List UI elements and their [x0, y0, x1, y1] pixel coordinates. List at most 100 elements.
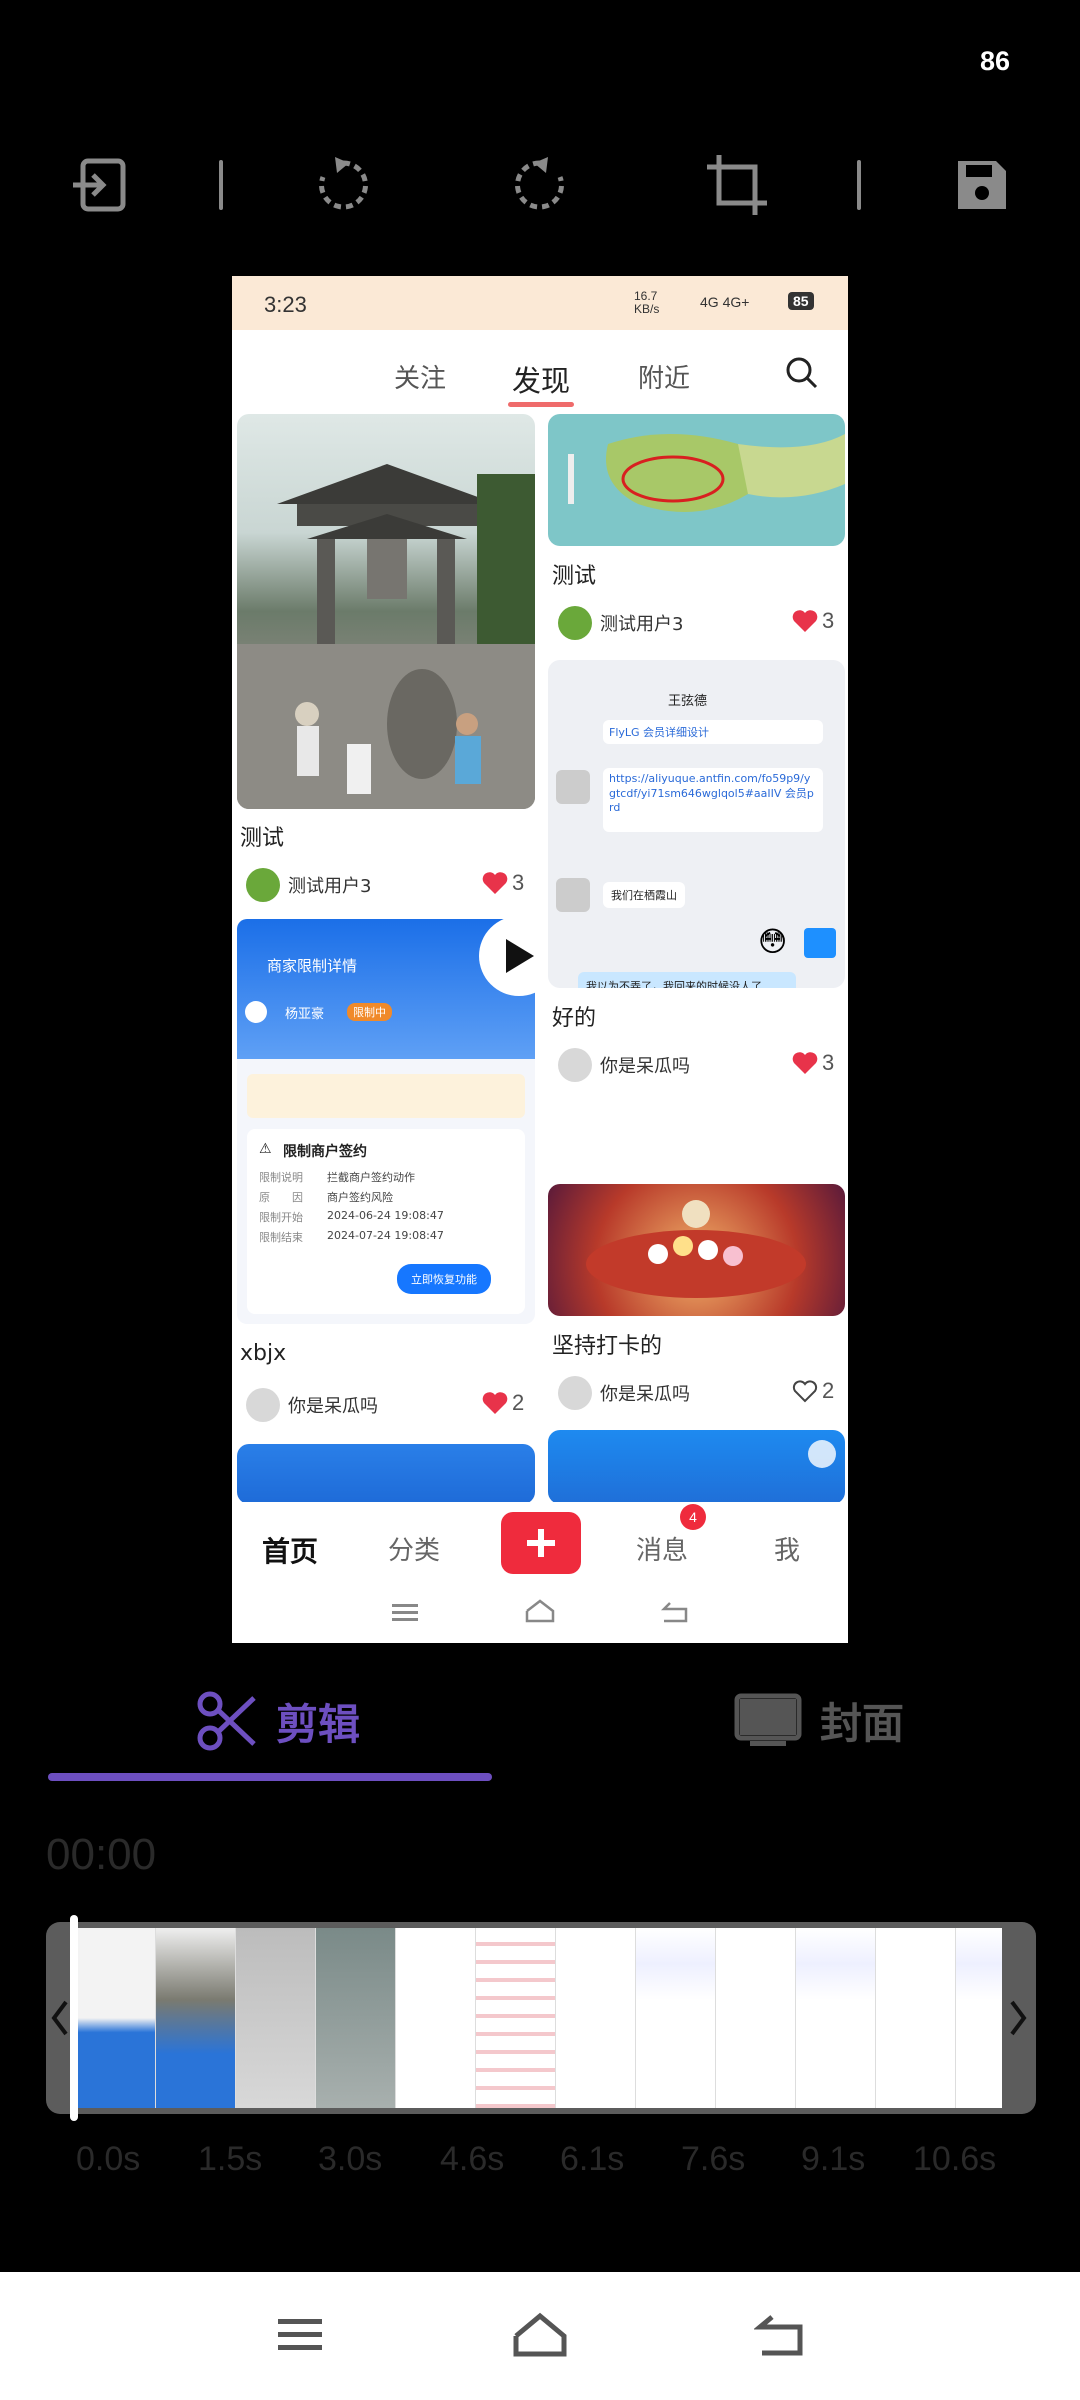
author-name: 你是呆瓜吗	[288, 1396, 378, 1417]
tab-nearby[interactable]: 附近	[638, 358, 690, 395]
time-tick: 0.0s	[76, 2140, 141, 2178]
menu-icon[interactable]	[390, 1602, 420, 1624]
card-author[interactable]: 测试用户3	[246, 868, 371, 902]
network-speed: 16.7 KB/s	[634, 289, 660, 316]
home-icon[interactable]	[524, 1598, 556, 1624]
card-title: 测试	[552, 564, 597, 589]
time-tick: 7.6s	[681, 2140, 746, 2178]
frame-thumbnail	[76, 1928, 156, 2108]
chevron-right-icon[interactable]	[1006, 1998, 1030, 2038]
row-value: 2024-07-24 19:08:47	[327, 1229, 444, 1242]
timeline-strip[interactable]	[46, 1922, 1036, 2114]
map-image[interactable]	[548, 414, 845, 546]
back-icon[interactable]	[750, 2310, 810, 2360]
rotate-right-icon[interactable]	[505, 150, 575, 220]
frame-thumbnail	[956, 1928, 1002, 2108]
restrict-name: 杨亚豪	[285, 1007, 325, 1022]
nav-me[interactable]: 我	[774, 1530, 800, 1567]
nav-category[interactable]: 分类	[388, 1530, 440, 1567]
author-name: 你是呆瓜吗	[600, 1056, 690, 1077]
time-tick: 1.5s	[198, 2140, 263, 2178]
like-button[interactable]: 3	[482, 870, 524, 896]
feed-tabs: 关注 发现 附近	[232, 330, 848, 416]
restrict-header: 商家限制详情	[267, 957, 358, 975]
search-icon[interactable]	[785, 356, 819, 390]
chat-message: 我们在栖霞山	[603, 882, 685, 908]
temple-photo[interactable]	[237, 414, 535, 809]
frame-thumbnail	[876, 1928, 956, 2108]
play-icon	[808, 1440, 836, 1468]
avatar	[558, 1048, 592, 1082]
nav-messages[interactable]: 消息	[636, 1530, 688, 1567]
tab-discover[interactable]: 发现	[512, 358, 570, 400]
card-title: 坚持打卡的	[552, 1334, 663, 1359]
chat-contact: 王弦德	[668, 694, 708, 709]
play-button[interactable]	[479, 916, 559, 996]
card-author[interactable]: 测试用户3	[558, 606, 683, 640]
chat-screenshot[interactable]: 王弦德 FlyLG 会员详细设计 https://aliyuque.antfin…	[548, 660, 845, 988]
avatar	[558, 606, 592, 640]
scissors-icon	[197, 1691, 256, 1751]
frame-thumbnail	[556, 1928, 636, 2108]
card-author[interactable]: 你是呆瓜吗	[246, 1388, 378, 1422]
crop-icon[interactable]	[702, 150, 772, 220]
toolbar-divider	[219, 160, 223, 210]
like-button[interactable]: 2	[792, 1378, 834, 1404]
thumbnail-frames	[76, 1928, 1002, 2108]
card-author[interactable]: 你是呆瓜吗	[558, 1048, 690, 1082]
warning-icon: ⚠	[259, 1141, 272, 1157]
tab-follow[interactable]: 关注	[394, 358, 446, 395]
card-title: 测试	[240, 826, 285, 851]
video-preview[interactable]: 3:23 16.7 KB/s 4G 4G+ 85 关注 发现 附近 测试 测试用…	[232, 276, 848, 1643]
chat-message: 我以为不弄了，我回来的时候没人了	[578, 972, 796, 988]
home-icon[interactable]	[510, 2310, 570, 2360]
tab-cover[interactable]: 封面	[734, 1690, 904, 1751]
like-button[interactable]: 3	[792, 608, 834, 634]
frame-thumbnail	[476, 1928, 556, 2108]
restrict-title: 限制商户签约	[283, 1144, 367, 1160]
video-editor-screen: 86 3:23 16.7 KB/s 4G 4G+ 85 关注 发现 附近 测试 …	[0, 0, 1080, 2400]
game-image[interactable]	[548, 1184, 845, 1316]
tab-edit[interactable]: 剪辑	[196, 1690, 360, 1752]
heart-filled-icon	[482, 1392, 508, 1414]
like-count: 2	[822, 1378, 835, 1403]
row-label: 限制开始	[259, 1211, 303, 1224]
card-author[interactable]: 你是呆瓜吗	[558, 1376, 690, 1410]
heart-filled-icon	[792, 1052, 818, 1074]
chevron-left-icon[interactable]	[48, 1998, 72, 2038]
time-tick: 4.6s	[440, 2140, 505, 2178]
message-badge: 4	[680, 1504, 706, 1530]
frame-thumbnail	[796, 1928, 876, 2108]
like-button[interactable]: 3	[792, 1050, 834, 1076]
preview-time: 3:23	[264, 292, 307, 317]
chat-message: https://aliyuque.antfin.com/fo59p9/ygtcd…	[603, 768, 823, 832]
save-icon[interactable]	[947, 150, 1017, 220]
time-tick: 3.0s	[318, 2140, 383, 2178]
menu-icon[interactable]	[270, 2310, 330, 2360]
card-title: 好的	[552, 1006, 597, 1031]
system-nav-bar	[0, 2272, 1080, 2400]
tab-edit-label: 剪辑	[276, 1699, 361, 1749]
restore-button[interactable]: 立即恢复功能	[397, 1264, 491, 1294]
author-name: 测试用户3	[288, 876, 372, 897]
like-button[interactable]: 2	[482, 1390, 524, 1416]
network-type: 4G 4G+	[700, 294, 750, 310]
heart-outline-icon	[792, 1380, 818, 1403]
frame-thumbnail	[716, 1928, 796, 2108]
heart-filled-icon	[792, 610, 818, 632]
playhead-handle[interactable]	[70, 1915, 78, 2121]
restrict-badge: 限制中	[347, 1003, 392, 1021]
feed-thumbnail[interactable]	[237, 1444, 535, 1504]
publish-button[interactable]	[501, 1512, 581, 1574]
avatar	[556, 770, 590, 804]
back-icon[interactable]	[660, 1600, 690, 1624]
like-count: 2	[512, 1390, 525, 1415]
exit-icon[interactable]	[64, 150, 134, 220]
preview-battery: 85	[788, 292, 814, 310]
nav-home[interactable]: 首页	[262, 1530, 318, 1570]
rotate-left-icon[interactable]	[308, 150, 378, 220]
author-name: 测试用户3	[600, 614, 684, 635]
feed-thumbnail[interactable]	[548, 1430, 845, 1504]
notice-box	[247, 1074, 525, 1118]
avatar	[556, 878, 590, 912]
